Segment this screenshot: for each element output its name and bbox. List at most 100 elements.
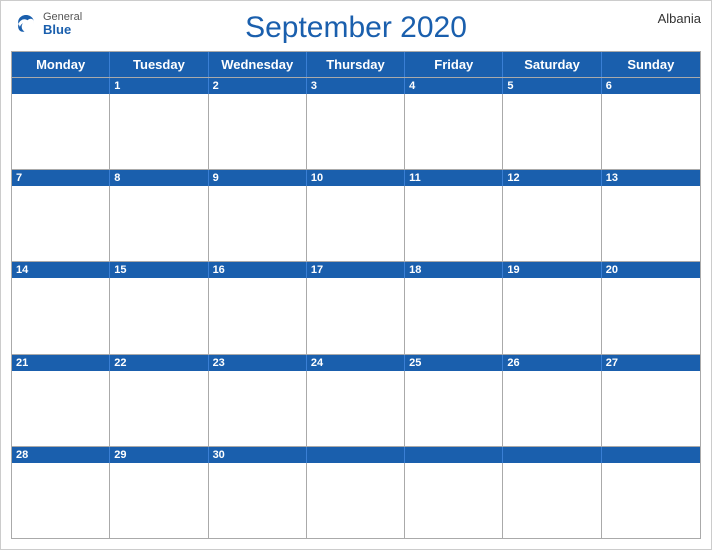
date-cell-2-2: 16 [209, 262, 307, 278]
content-cell-3-1 [110, 371, 208, 446]
date-cell-3-4: 25 [405, 355, 503, 371]
calendar-title: September 2020 [245, 11, 467, 45]
day-header-sunday: Sunday [602, 52, 700, 77]
week-block-2: 14151617181920 [12, 261, 700, 353]
content-cell-4-5 [503, 463, 601, 538]
content-cell-2-2 [209, 278, 307, 353]
week-block-3: 21222324252627 [12, 354, 700, 446]
date-cell-2-4: 18 [405, 262, 503, 278]
content-cell-3-2 [209, 371, 307, 446]
content-cell-0-1 [110, 94, 208, 169]
content-cell-2-0 [12, 278, 110, 353]
content-cell-0-0 [12, 94, 110, 169]
date-cell-3-6: 27 [602, 355, 700, 371]
week-block-1: 78910111213 [12, 169, 700, 261]
date-cell-1-2: 9 [209, 170, 307, 186]
date-cell-4-2: 30 [209, 447, 307, 463]
date-cell-0-0 [12, 78, 110, 94]
day-header-monday: Monday [12, 52, 110, 77]
week-date-row-3: 21222324252627 [12, 355, 700, 371]
content-cell-2-6 [602, 278, 700, 353]
content-cell-4-2 [209, 463, 307, 538]
content-cell-0-3 [307, 94, 405, 169]
content-cell-0-5 [503, 94, 601, 169]
day-header-thursday: Thursday [307, 52, 405, 77]
date-cell-4-4 [405, 447, 503, 463]
content-cell-4-0 [12, 463, 110, 538]
date-cell-1-4: 11 [405, 170, 503, 186]
date-cell-3-5: 26 [503, 355, 601, 371]
calendar-grid: MondayTuesdayWednesdayThursdayFridaySatu… [11, 51, 701, 539]
general-blue-icon [11, 9, 41, 39]
week-content-row-1 [12, 186, 700, 261]
date-cell-0-3: 3 [307, 78, 405, 94]
week-block-0: 123456 [12, 77, 700, 169]
content-cell-3-5 [503, 371, 601, 446]
date-cell-1-1: 8 [110, 170, 208, 186]
date-cell-0-6: 6 [602, 78, 700, 94]
week-content-row-3 [12, 371, 700, 446]
date-cell-4-6 [602, 447, 700, 463]
week-content-row-2 [12, 278, 700, 353]
day-header-tuesday: Tuesday [110, 52, 208, 77]
date-cell-1-5: 12 [503, 170, 601, 186]
date-cell-0-5: 5 [503, 78, 601, 94]
content-cell-4-4 [405, 463, 503, 538]
content-cell-0-6 [602, 94, 700, 169]
week-date-row-1: 78910111213 [12, 170, 700, 186]
content-cell-1-6 [602, 186, 700, 261]
content-cell-4-3 [307, 463, 405, 538]
country-label: Albania [658, 11, 701, 26]
content-cell-3-6 [602, 371, 700, 446]
week-content-row-4 [12, 463, 700, 538]
date-cell-4-0: 28 [12, 447, 110, 463]
date-cell-2-6: 20 [602, 262, 700, 278]
content-cell-2-5 [503, 278, 601, 353]
content-cell-1-2 [209, 186, 307, 261]
content-cell-4-6 [602, 463, 700, 538]
calendar-container: General Blue September 2020 Albania Mond… [0, 0, 712, 550]
week-content-row-0 [12, 94, 700, 169]
calendar-header: General Blue September 2020 Albania [11, 11, 701, 45]
content-cell-2-1 [110, 278, 208, 353]
date-cell-1-0: 7 [12, 170, 110, 186]
content-cell-1-4 [405, 186, 503, 261]
week-block-4: 282930 [12, 446, 700, 538]
day-header-saturday: Saturday [503, 52, 601, 77]
date-cell-2-5: 19 [503, 262, 601, 278]
week-date-row-4: 282930 [12, 447, 700, 463]
date-cell-4-1: 29 [110, 447, 208, 463]
date-cell-0-2: 2 [209, 78, 307, 94]
week-date-row-0: 123456 [12, 78, 700, 94]
content-cell-4-1 [110, 463, 208, 538]
content-cell-2-4 [405, 278, 503, 353]
content-cell-1-1 [110, 186, 208, 261]
date-cell-0-1: 1 [110, 78, 208, 94]
date-cell-4-5 [503, 447, 601, 463]
date-cell-2-3: 17 [307, 262, 405, 278]
content-cell-1-5 [503, 186, 601, 261]
logo-text: General Blue [43, 11, 82, 37]
content-cell-2-3 [307, 278, 405, 353]
date-cell-3-1: 22 [110, 355, 208, 371]
date-cell-3-3: 24 [307, 355, 405, 371]
date-cell-1-3: 10 [307, 170, 405, 186]
date-cell-4-3 [307, 447, 405, 463]
content-cell-0-4 [405, 94, 503, 169]
date-cell-2-1: 15 [110, 262, 208, 278]
content-cell-0-2 [209, 94, 307, 169]
content-cell-3-3 [307, 371, 405, 446]
day-headers: MondayTuesdayWednesdayThursdayFridaySatu… [12, 52, 700, 77]
day-header-friday: Friday [405, 52, 503, 77]
date-cell-1-6: 13 [602, 170, 700, 186]
content-cell-3-4 [405, 371, 503, 446]
weeks-container: 1234567891011121314151617181920212223242… [12, 77, 700, 538]
logo-blue-text: Blue [43, 23, 82, 37]
week-date-row-2: 14151617181920 [12, 262, 700, 278]
date-cell-2-0: 14 [12, 262, 110, 278]
content-cell-3-0 [12, 371, 110, 446]
date-cell-3-2: 23 [209, 355, 307, 371]
content-cell-1-3 [307, 186, 405, 261]
date-cell-3-0: 21 [12, 355, 110, 371]
date-cell-0-4: 4 [405, 78, 503, 94]
